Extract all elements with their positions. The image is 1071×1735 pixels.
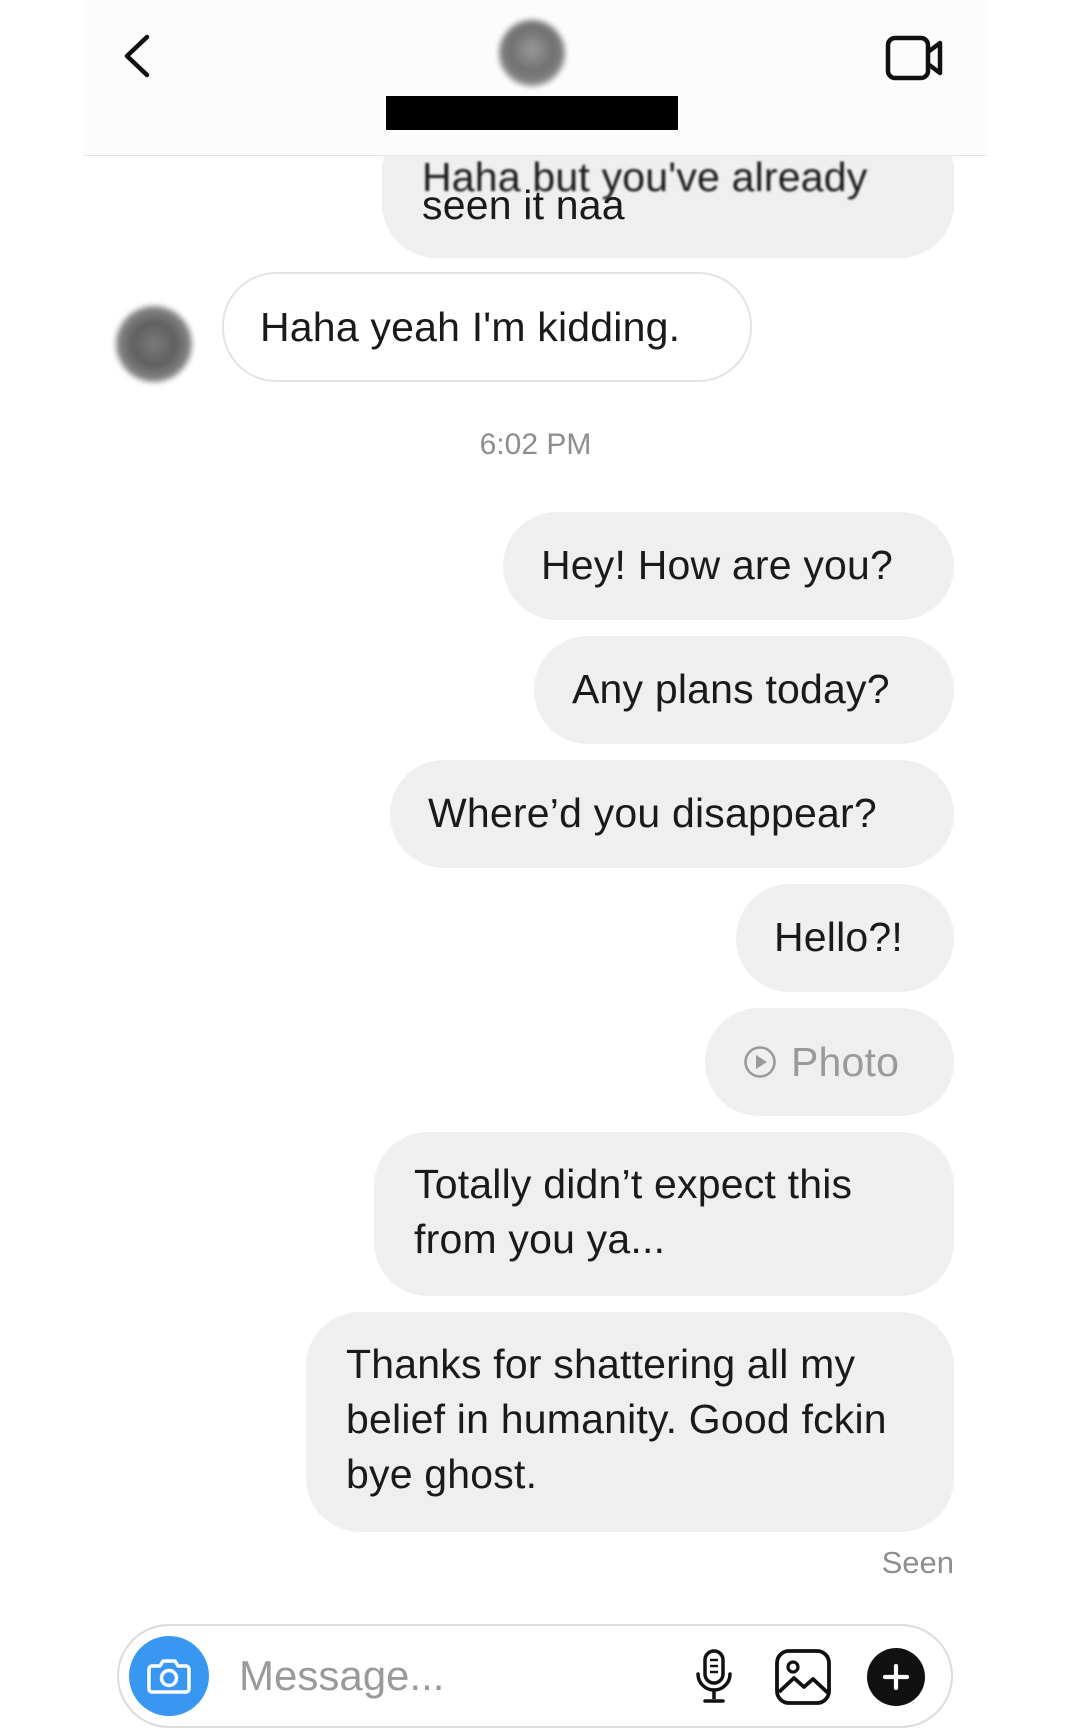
plus-icon <box>882 1663 910 1691</box>
message-text: Where’d you disappear? <box>428 790 877 836</box>
message-text: Hey! How are you? <box>541 542 894 588</box>
message-text: Haha yeah I'm kidding. <box>260 304 681 350</box>
gallery-icon <box>775 1649 831 1705</box>
more-options-button[interactable] <box>867 1648 925 1706</box>
chevron-left-icon <box>124 34 150 78</box>
message-input[interactable] <box>239 1646 669 1706</box>
message-bubble-sent[interactable]: Where’d you disappear? <box>390 760 954 868</box>
microphone-icon <box>696 1649 732 1703</box>
back-button[interactable] <box>111 28 163 84</box>
seen-status: Seen <box>881 1545 954 1580</box>
gallery-button[interactable] <box>771 1646 835 1708</box>
voice-message-button[interactable] <box>687 1646 741 1708</box>
message-bubble-sent[interactable]: Thanks for shattering all my belief in h… <box>306 1312 954 1532</box>
message-bubble-sent[interactable]: Hello?! <box>736 884 954 992</box>
message-text: Thanks for shattering all my belief in h… <box>346 1341 887 1497</box>
contact-name-redacted <box>386 96 678 130</box>
contact-avatar-small[interactable] <box>116 306 192 382</box>
message-bubble-sent[interactable]: Any plans today? <box>534 636 954 744</box>
message-text: Any plans today? <box>572 666 890 712</box>
play-circle-icon <box>743 1045 777 1079</box>
message-text: Hello?! <box>774 914 904 960</box>
camera-icon <box>147 1659 191 1694</box>
photo-label: Photo <box>791 1038 900 1085</box>
message-timestamp: 6:02 PM <box>479 428 592 461</box>
camera-button[interactable] <box>129 1636 209 1716</box>
message-text: Totally didn’t expect this from you ya..… <box>414 1161 853 1262</box>
contact-avatar[interactable] <box>499 20 565 86</box>
message-bubble-sent[interactable]: Hey! How are you? <box>503 512 954 620</box>
video-camera-icon <box>885 35 943 81</box>
message-text-cut: Haha but you've already <box>422 154 868 200</box>
photo-message-bubble[interactable]: Photo <box>705 1008 954 1116</box>
video-call-button[interactable] <box>883 30 947 86</box>
message-composer <box>117 1624 953 1728</box>
message-bubble-sent[interactable]: Totally didn’t expect this from you ya..… <box>374 1132 954 1296</box>
chat-header <box>83 0 987 156</box>
message-bubble-received[interactable]: Haha yeah I'm kidding. <box>222 272 752 382</box>
